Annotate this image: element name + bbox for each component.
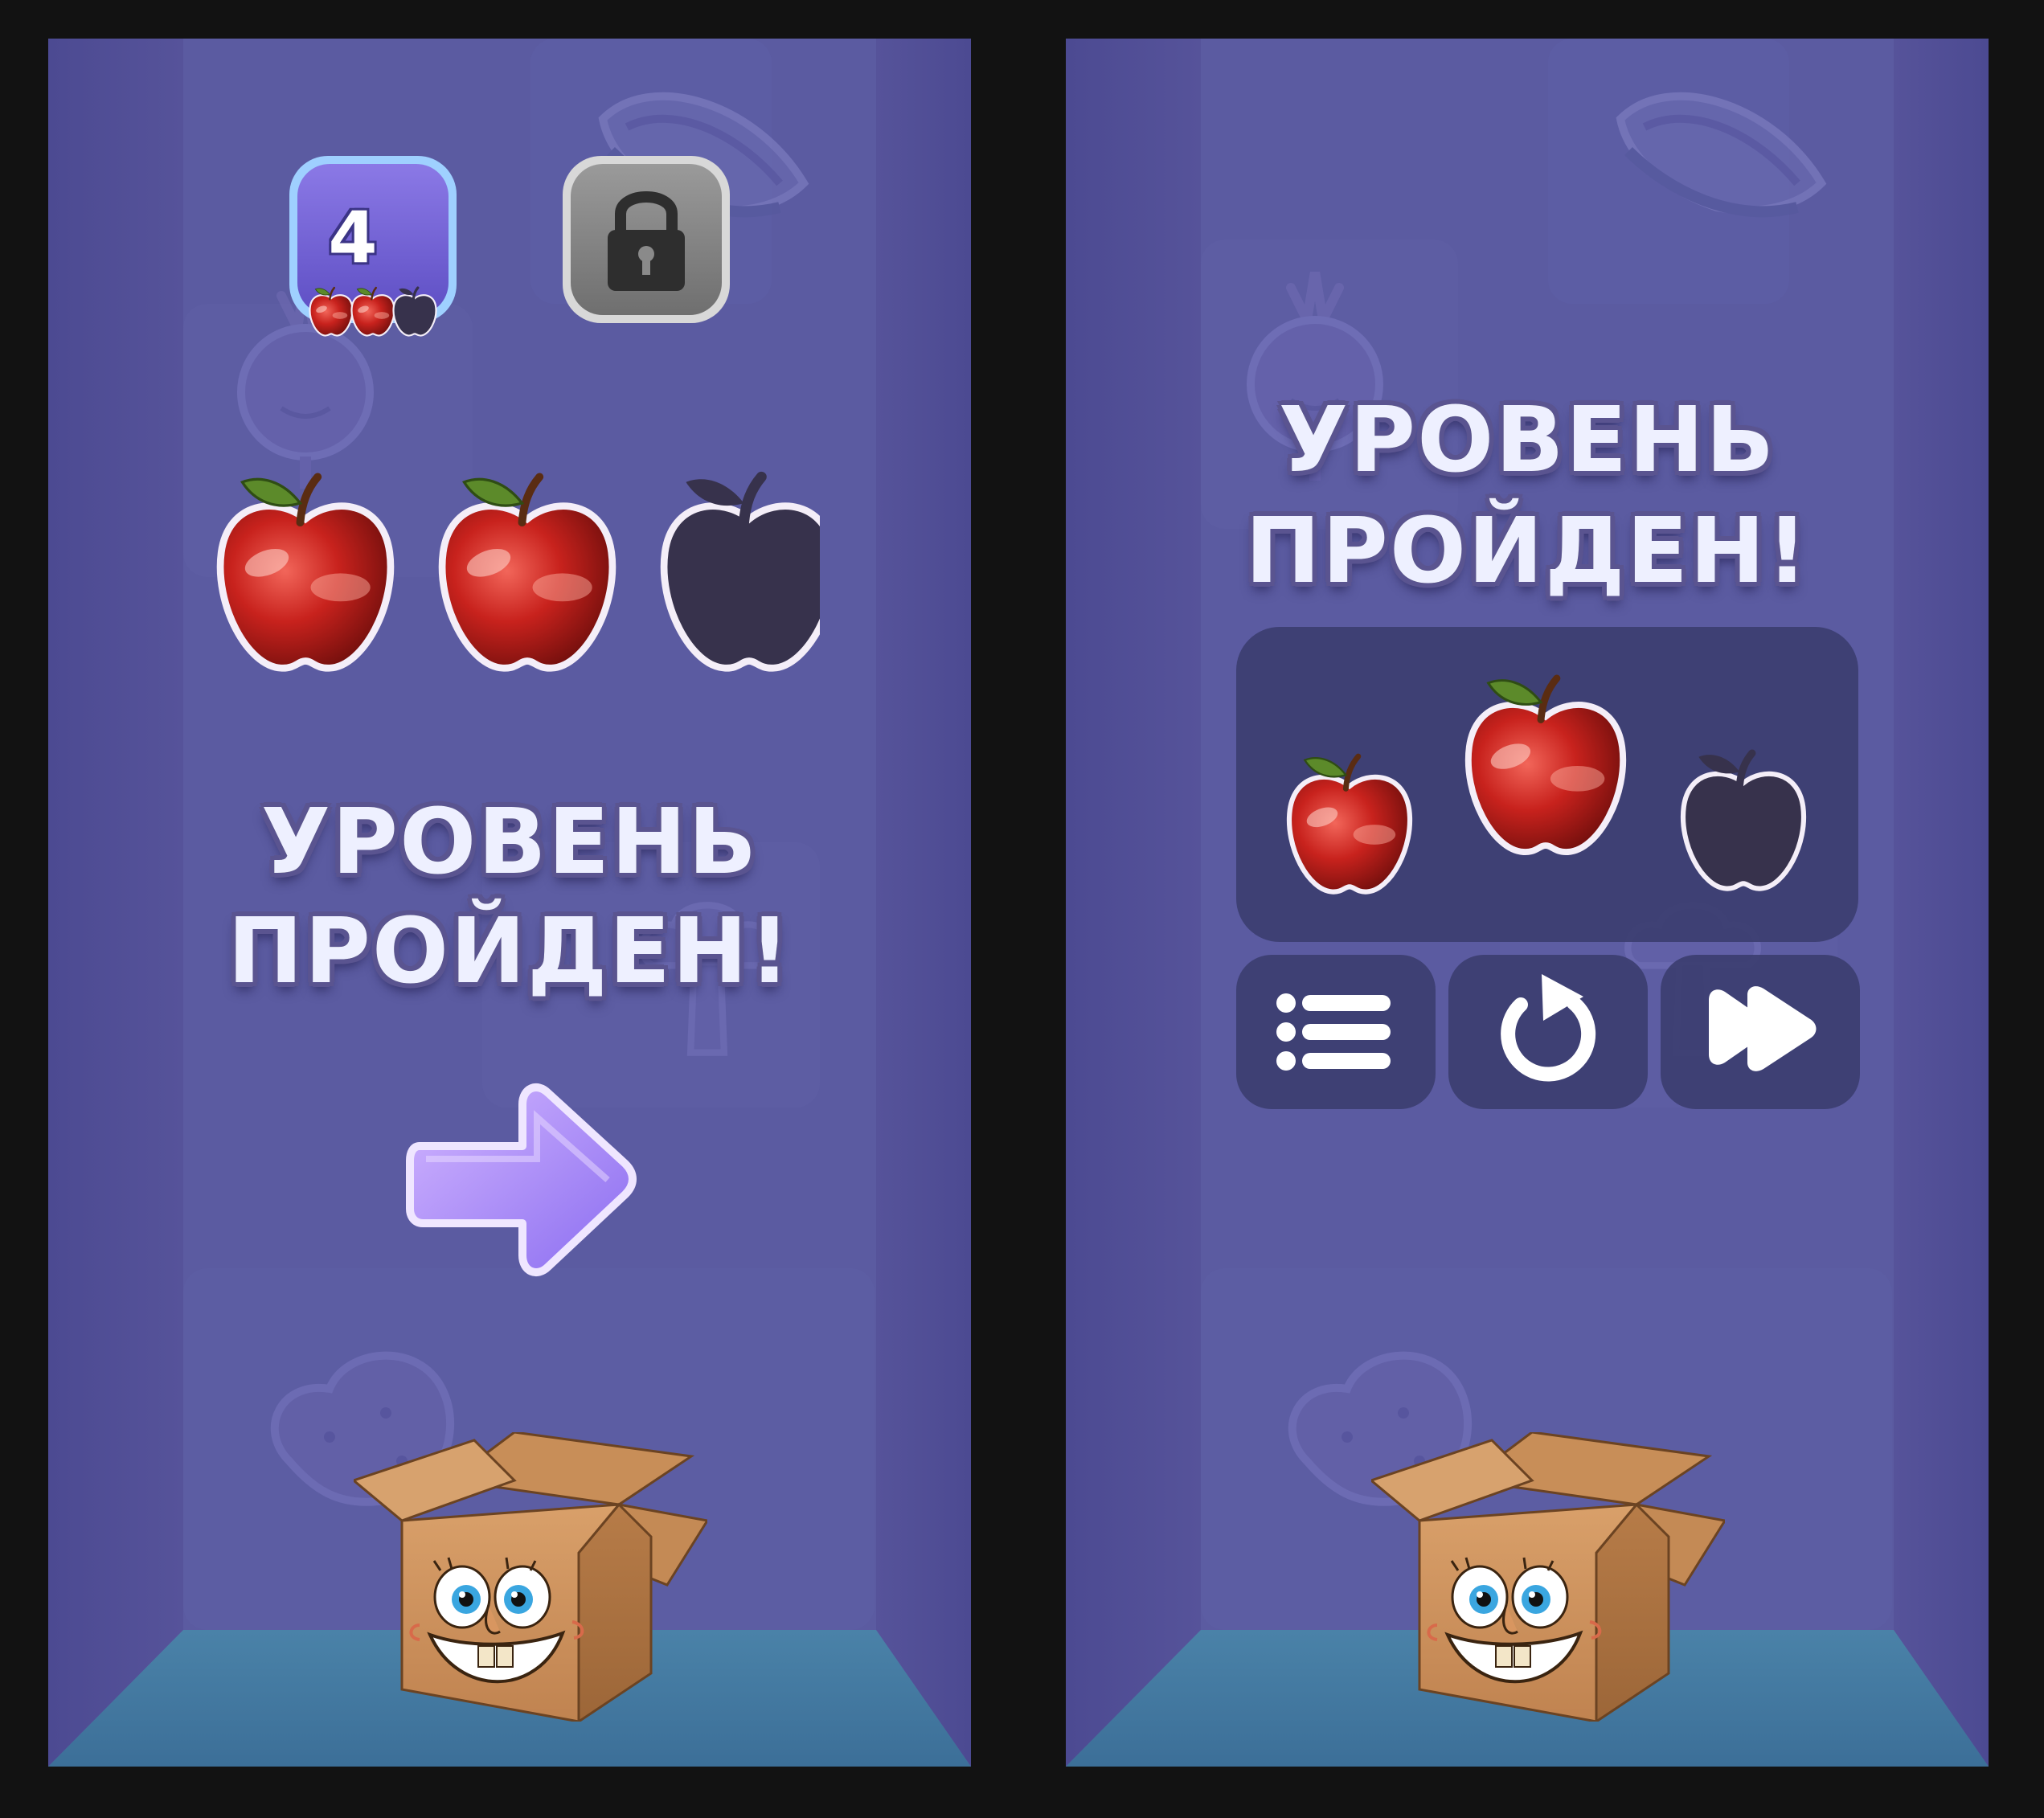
tile-apple-earned-2 xyxy=(350,286,395,337)
tile-apple-earned-1 xyxy=(309,286,354,337)
level-tile-stars xyxy=(307,281,452,338)
tile-apple-empty xyxy=(391,286,438,338)
list-menu-icon xyxy=(1276,993,1391,1071)
next-button[interactable] xyxy=(402,1075,643,1284)
title-line-1: УРОВЕНЬ xyxy=(260,790,759,895)
box-mascot xyxy=(354,1432,707,1722)
level-complete-screen-left: 4 УРОВЕНЬ ПРОЙДЕН! xyxy=(48,39,971,1767)
title-line-2: ПРОЙДЕН! xyxy=(227,899,792,1004)
apple-earned-1 xyxy=(220,477,391,668)
apple-empty-3 xyxy=(664,477,820,668)
apple-earned-2 xyxy=(442,477,612,668)
box-mascot xyxy=(1371,1432,1725,1722)
next-level-button[interactable] xyxy=(1661,955,1860,1109)
locked-level-tile[interactable] xyxy=(558,151,735,328)
restart-button[interactable] xyxy=(1448,955,1648,1109)
title-line-2: ПРОЙДЕН! xyxy=(1245,499,1809,604)
arrow-right-icon xyxy=(406,1083,637,1276)
apple-rating xyxy=(209,448,820,690)
rating-panel xyxy=(1236,627,1858,942)
menu-button[interactable] xyxy=(1236,955,1436,1109)
title-line-1: УРОВЕНЬ xyxy=(1278,388,1776,493)
level-complete-screen-right: УРОВЕНЬ ПРОЙДЕН! xyxy=(1066,39,1989,1767)
